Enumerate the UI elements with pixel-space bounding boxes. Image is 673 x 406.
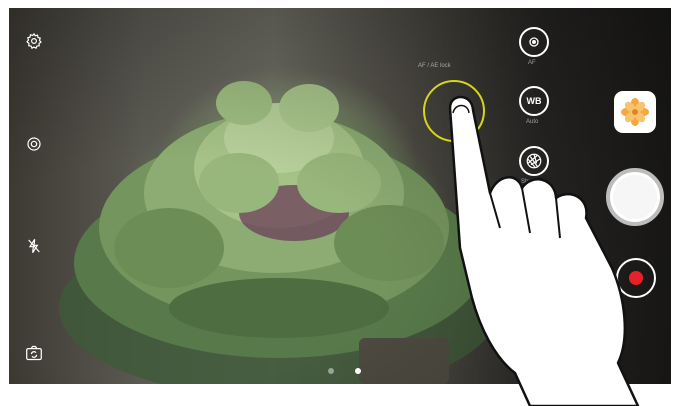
tapping-hand-illustration	[448, 95, 640, 406]
af-mode-button[interactable]	[519, 27, 549, 57]
page-indicator-dot-2[interactable]	[355, 368, 361, 374]
switch-camera-icon	[26, 345, 42, 361]
af-icon	[529, 37, 539, 47]
bixby-vision-icon	[27, 137, 41, 151]
page-indicator-dot-1[interactable]	[328, 368, 334, 374]
switch-camera-button[interactable]	[24, 343, 44, 363]
af-label: AF	[528, 60, 536, 66]
flash-off-icon	[28, 239, 40, 253]
focus-lock-hint: AF / AE lock	[418, 63, 451, 69]
settings-button[interactable]	[24, 31, 44, 51]
settings-icon	[26, 32, 42, 50]
bixby-vision-button[interactable]	[24, 134, 44, 154]
flash-button[interactable]	[24, 236, 44, 256]
